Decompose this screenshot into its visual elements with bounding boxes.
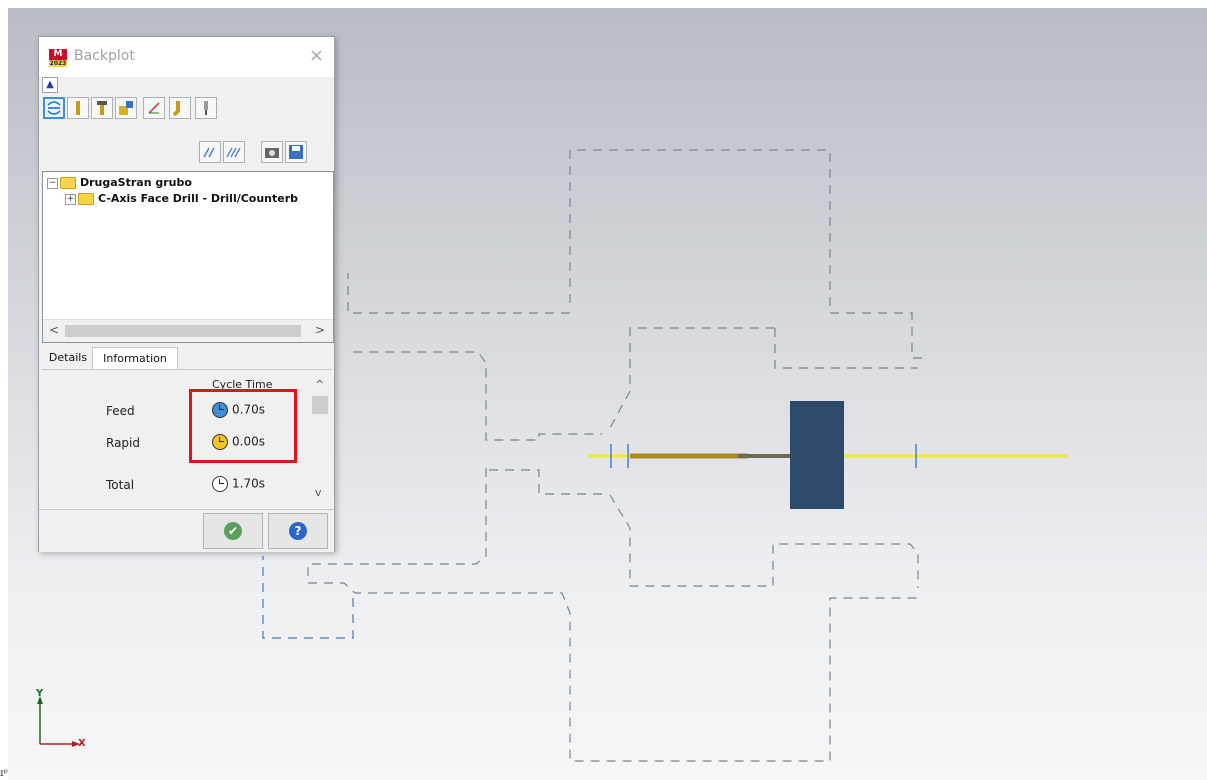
app-logo-icon: M 2023 xyxy=(49,49,67,67)
part-outline-bottom xyxy=(308,582,918,762)
toolpath-filter-icon[interactable] xyxy=(199,141,221,163)
tab-information[interactable]: Information xyxy=(92,347,178,370)
part-outline-right-upper xyxy=(609,327,775,429)
collapse-node-icon[interactable]: − xyxy=(47,177,58,189)
axis-y-label: Y xyxy=(36,688,44,699)
axis-triad: Y X xyxy=(28,688,98,758)
folder-icon xyxy=(78,193,94,205)
scroll-thumb[interactable] xyxy=(312,396,328,414)
save-icon[interactable] xyxy=(285,141,307,163)
axis-x-label: X xyxy=(78,738,86,749)
toolpath-pattern-icon[interactable] xyxy=(223,141,245,163)
feed-label: Feed xyxy=(106,404,135,418)
total-value-row: 1.70s xyxy=(212,476,265,492)
total-clock-icon xyxy=(212,476,228,492)
part-outline-right-lower xyxy=(609,494,919,588)
part-outline-mid-lower xyxy=(486,469,602,495)
ok-button[interactable]: ✔ xyxy=(203,513,263,549)
folder-icon xyxy=(60,177,76,189)
tree-operation-label: C-Axis Face Drill - Drill/Counterb xyxy=(98,192,299,205)
info-vertical-scrollbar[interactable]: ^ v xyxy=(310,376,330,501)
holder-icon[interactable] xyxy=(91,97,113,119)
scroll-thumb[interactable] xyxy=(65,325,301,337)
scroll-up-icon[interactable]: ^ xyxy=(315,378,324,391)
operation-tree[interactable]: − DrugaStran grubo + C-Axis Face Drill - D… xyxy=(42,171,334,343)
panel-tabs: Details Information xyxy=(39,343,334,370)
stock-icon[interactable] xyxy=(115,97,137,119)
part-outline-right-upper-b xyxy=(774,328,918,369)
dialog-title-bar[interactable]: M 2023 Backplot × xyxy=(39,37,334,77)
total-value: 1.70s xyxy=(232,476,265,491)
close-icon[interactable]: × xyxy=(309,45,324,66)
help-button[interactable]: ? xyxy=(268,513,328,549)
part-outline-top xyxy=(569,149,923,359)
checkmark-icon: ✔ xyxy=(224,522,242,540)
tab-details[interactable]: Details xyxy=(45,347,91,369)
total-label: Total xyxy=(106,478,135,492)
display-options-icon[interactable] xyxy=(43,97,65,119)
corner-glyph: ɪᵖ xyxy=(0,768,8,779)
screenshot-icon[interactable] xyxy=(261,141,283,163)
tool-holder xyxy=(790,401,844,509)
dialog-button-bar: ✔ ? xyxy=(39,509,334,552)
tree-root-label: DrugaStran grubo xyxy=(80,176,192,189)
scroll-right-icon[interactable]: > xyxy=(315,323,325,337)
motion-icon[interactable] xyxy=(169,97,191,119)
axes-icon[interactable] xyxy=(143,97,165,119)
part-outline-left-body xyxy=(353,351,602,441)
tree-horizontal-scrollbar[interactable]: < > xyxy=(43,319,333,342)
part-outline-top-inner xyxy=(347,273,570,314)
highlight-box xyxy=(189,389,297,463)
tool-icon[interactable] xyxy=(67,97,89,119)
help-icon: ? xyxy=(289,522,307,540)
scroll-left-icon[interactable]: < xyxy=(49,323,59,337)
tree-item-operation[interactable]: + C-Axis Face Drill - Drill/Counterb xyxy=(65,192,298,205)
dialog-title: Backplot xyxy=(74,48,135,64)
info-icon[interactable] xyxy=(195,97,217,119)
collapse-icon[interactable]: ▲ xyxy=(42,77,58,93)
backplot-dialog: M 2023 Backplot × ▲ − DrugaStran grubo + C-… xyxy=(38,36,335,552)
expand-node-icon[interactable]: + xyxy=(65,193,76,205)
scroll-down-icon[interactable]: v xyxy=(315,486,322,499)
tree-item-root[interactable]: − DrugaStran grubo xyxy=(47,176,192,189)
rapid-label: Rapid xyxy=(106,436,140,450)
